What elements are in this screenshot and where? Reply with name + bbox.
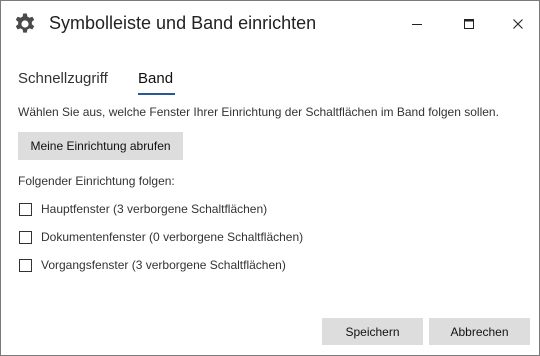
settings-dialog: Symbolleiste und Band einrichten Schnell…: [0, 0, 540, 356]
active-tab-indicator: [138, 93, 175, 95]
fetch-setup-button[interactable]: Meine Einrichtung abrufen: [18, 132, 183, 160]
gear-icon: [13, 12, 37, 36]
minimize-icon: [411, 18, 423, 30]
checkbox-label: Dokumentenfenster (0 verborgene Schaltfl…: [41, 230, 304, 244]
checkbox-label: Hauptfenster (3 verborgene Schaltflächen…: [41, 202, 268, 216]
vorgangsfenster-checkbox[interactable]: [19, 258, 32, 272]
title-bar[interactable]: Symbolleiste und Band einrichten: [1, 1, 539, 47]
save-button[interactable]: Speichern: [322, 318, 423, 345]
maximize-icon: [463, 18, 475, 30]
checkbox-row-hauptfenster[interactable]: Hauptfenster (3 verborgene Schaltflächen…: [19, 200, 267, 218]
hauptfenster-checkbox[interactable]: [19, 202, 32, 216]
checkbox-row-dokumentenfenster[interactable]: Dokumentenfenster (0 verborgene Schaltfl…: [19, 228, 303, 246]
checkbox-label: Vorgangsfenster (3 verborgene Schaltfläc…: [41, 258, 286, 272]
description-text: Wählen Sie aus, welche Fenster Ihrer Ein…: [18, 105, 499, 119]
follow-setup-label: Folgender Einrichtung folgen:: [18, 174, 175, 188]
maximize-button[interactable]: [454, 9, 484, 39]
window-title: Symbolleiste und Band einrichten: [49, 13, 317, 33]
close-button[interactable]: [503, 9, 533, 39]
close-icon: [512, 18, 524, 30]
dokumentenfenster-checkbox[interactable]: [19, 230, 32, 244]
checkbox-row-vorgangsfenster[interactable]: Vorgangsfenster (3 verborgene Schaltfläc…: [19, 256, 286, 274]
tab-band[interactable]: Band: [138, 70, 173, 87]
cancel-button[interactable]: Abbrechen: [429, 318, 530, 345]
tab-schnellzugriff[interactable]: Schnellzugriff: [18, 70, 108, 87]
minimize-button[interactable]: [402, 9, 432, 39]
